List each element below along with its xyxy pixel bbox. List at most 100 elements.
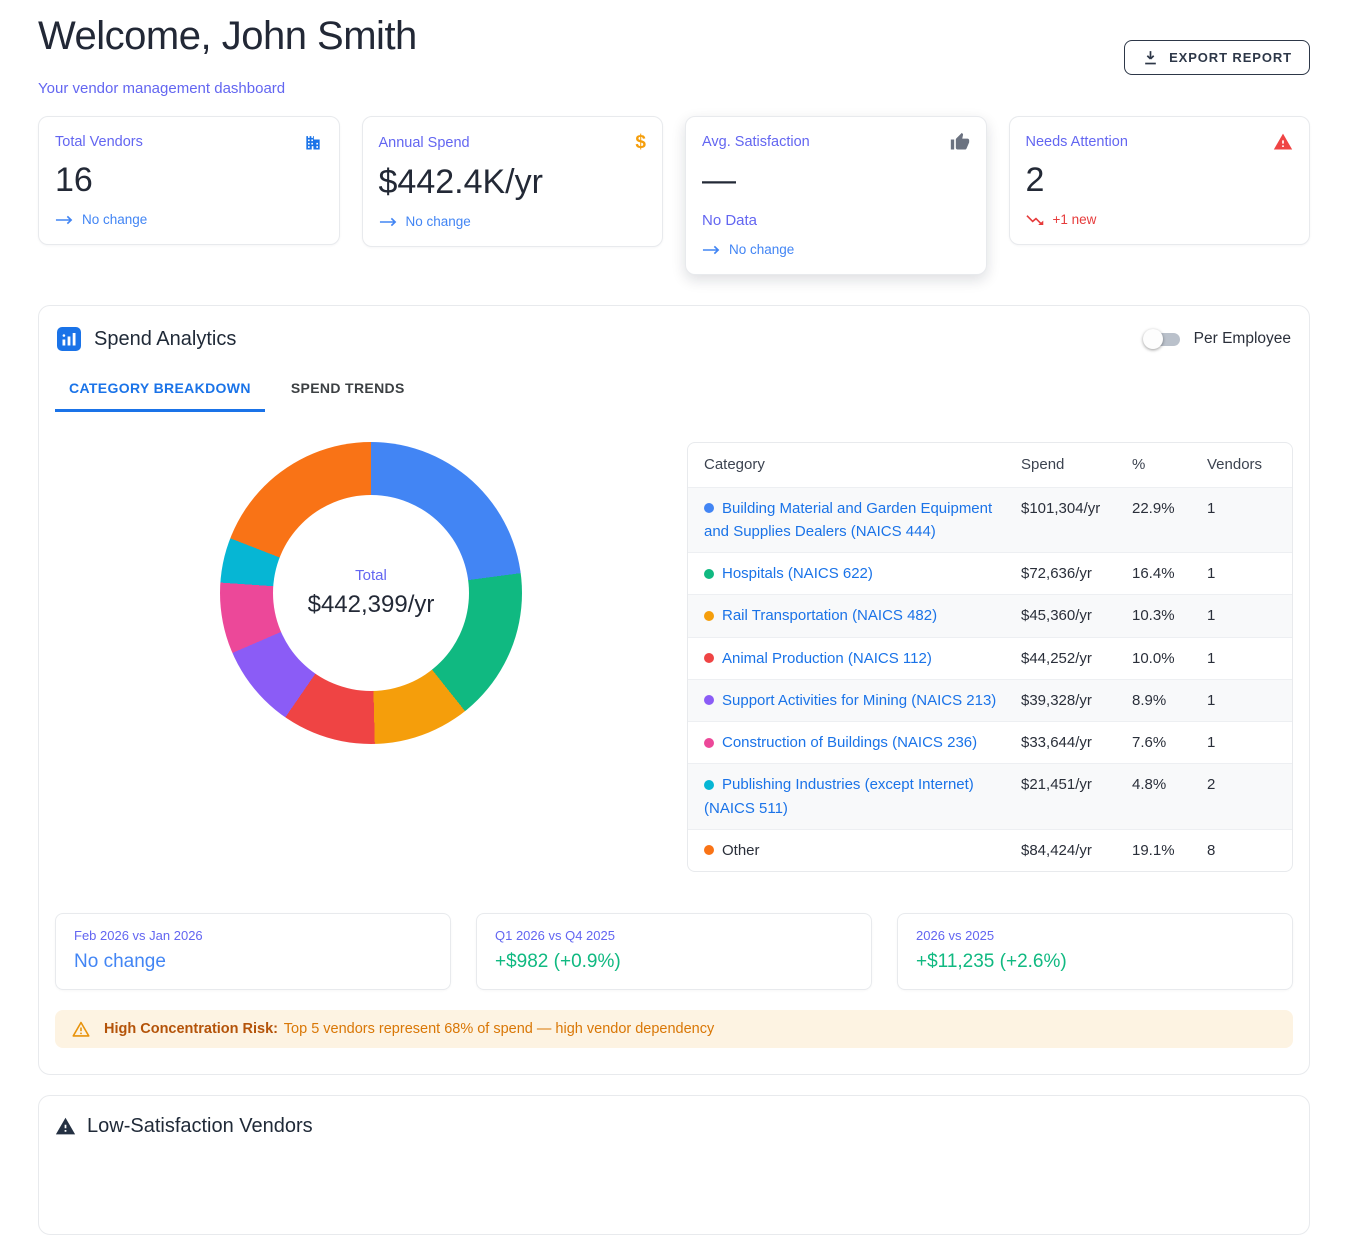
table-row: Animal Production (NAICS 112)$44,252/yr1… [688, 637, 1292, 679]
spend-cell: $21,451/yr [1021, 764, 1132, 829]
stat-change: +1 new [1026, 212, 1294, 227]
column-header-percent: % [1132, 443, 1207, 486]
column-header-vendors: Vendors [1207, 443, 1292, 486]
stat-value: $442.4K/yr [379, 164, 647, 201]
category-dot-icon [704, 611, 714, 621]
spend-analytics-tabs: CATEGORY BREAKDOWN SPEND TRENDS [55, 367, 1293, 412]
spend-donut-chart[interactable]: Total $442,399/yr [220, 442, 522, 744]
category-cell: Publishing Industries (except Internet) … [688, 764, 1021, 829]
stat-card-needs-attention: Needs Attention 2 +1 new [1009, 116, 1311, 245]
trend-down-icon [1026, 213, 1045, 227]
category-link[interactable]: Hospitals (NAICS 622) [722, 565, 873, 582]
category-link[interactable]: Building Material and Garden Equipment a… [704, 500, 992, 540]
building-icon [303, 132, 323, 152]
concentration-risk-banner: High Concentration Risk: Top 5 vendors r… [55, 1010, 1293, 1048]
stat-card-annual-spend: Annual Spend $ $442.4K/yr No change [362, 116, 664, 247]
category-dot-icon [704, 503, 714, 513]
toggle-knob [1143, 329, 1163, 349]
comparison-label: 2026 vs 2025 [916, 928, 1274, 943]
stat-label: Avg. Satisfaction [702, 134, 810, 150]
category-table: Category Spend % Vendors Building Materi… [687, 442, 1293, 872]
spend-cell: $84,424/yr [1021, 830, 1132, 871]
export-report-button[interactable]: EXPORT REPORT [1124, 40, 1310, 75]
spend-cell: $72,636/yr [1021, 553, 1132, 594]
download-icon [1142, 49, 1159, 66]
warning-icon [71, 1019, 91, 1039]
table-row: Support Activities for Mining (NAICS 213… [688, 679, 1292, 721]
vendors-cell: 1 [1207, 488, 1292, 553]
stat-label: Total Vendors [55, 134, 143, 150]
low-satisfaction-panel: Low-Satisfaction Vendors [38, 1095, 1310, 1235]
spend-analytics-title: Spend Analytics [57, 327, 236, 351]
table-row: Rail Transportation (NAICS 482)$45,360/y… [688, 594, 1292, 636]
comparison-label: Feb 2026 vs Jan 2026 [74, 928, 432, 943]
vendors-cell: 1 [1207, 638, 1292, 679]
comparison-card-month: Feb 2026 vs Jan 2026 No change [55, 913, 451, 990]
category-link[interactable]: Support Activities for Mining (NAICS 213… [722, 692, 996, 709]
per-employee-toggle[interactable] [1143, 329, 1181, 350]
category-cell: Rail Transportation (NAICS 482) [688, 595, 1021, 636]
stat-cards-row: Total Vendors 16 No change Annual Spend … [38, 116, 1310, 275]
percent-cell: 7.6% [1132, 722, 1207, 763]
spend-analytics-panel: Spend Analytics Per Employee CATEGORY BR… [38, 305, 1310, 1075]
tab-category-breakdown[interactable]: CATEGORY BREAKDOWN [55, 367, 265, 412]
bar-chart-icon [57, 327, 81, 351]
topbar: Welcome, John Smith Your vendor manageme… [38, 14, 1310, 97]
stat-card-total-vendors: Total Vendors 16 No change [38, 116, 340, 245]
category-cell: Construction of Buildings (NAICS 236) [688, 722, 1021, 763]
category-cell: Building Material and Garden Equipment a… [688, 488, 1021, 553]
stat-change: No change [55, 212, 323, 227]
alert-triangle-icon [1273, 132, 1293, 152]
trend-flat-icon [702, 244, 721, 256]
stat-value: 16 [55, 162, 323, 199]
table-row: Construction of Buildings (NAICS 236) $33… [688, 721, 1292, 763]
comparison-value: No change [74, 951, 432, 973]
table-row: Hospitals (NAICS 622)$72,636/yr16.4%1 [688, 552, 1292, 594]
trend-flat-icon [379, 216, 398, 228]
category-cell: Support Activities for Mining (NAICS 213… [688, 680, 1021, 721]
stat-value: — [702, 162, 970, 199]
category-dot-icon [704, 569, 714, 579]
vendors-cell: 1 [1207, 595, 1292, 636]
vendors-cell: 8 [1207, 830, 1292, 871]
stat-subvalue: No Data [702, 212, 970, 229]
category-breakdown-content: Total $442,399/yr Category Spend % Vendo… [55, 442, 1293, 872]
percent-cell: 10.3% [1132, 595, 1207, 636]
thumbs-up-icon [950, 132, 970, 152]
percent-cell: 22.9% [1132, 488, 1207, 553]
stat-change: No change [702, 242, 970, 257]
category-cell: Other [688, 830, 1021, 871]
spend-cell: $39,328/yr [1021, 680, 1132, 721]
donut-total-value: $442,399/yr [308, 591, 435, 619]
donut-zone: Total $442,399/yr [55, 442, 687, 872]
comparison-label: Q1 2026 vs Q4 2025 [495, 928, 853, 943]
dashboard-page: Welcome, John Smith Your vendor manageme… [0, 0, 1351, 1235]
percent-cell: 10.0% [1132, 638, 1207, 679]
per-employee-label: Per Employee [1194, 330, 1291, 348]
category-link[interactable]: Animal Production (NAICS 112) [722, 650, 932, 667]
percent-cell: 16.4% [1132, 553, 1207, 594]
spend-cell: $44,252/yr [1021, 638, 1132, 679]
vendors-cell: 1 [1207, 680, 1292, 721]
warning-text: High Concentration Risk: Top 5 vendors r… [104, 1021, 714, 1037]
percent-cell: 19.1% [1132, 830, 1207, 871]
category-link[interactable]: Publishing Industries (except Internet) … [704, 776, 974, 816]
tab-spend-trends[interactable]: SPEND TRENDS [277, 367, 419, 412]
spend-cell: $33,644/yr [1021, 722, 1132, 763]
spend-cell: $101,304/yr [1021, 488, 1132, 553]
table-row: Building Material and Garden Equipment a… [688, 487, 1292, 553]
category-label: Other [722, 842, 760, 859]
category-dot-icon [704, 780, 714, 790]
category-link[interactable]: Construction of Buildings (NAICS 236) [722, 734, 977, 751]
vendors-cell: 1 [1207, 722, 1292, 763]
header-text-block: Welcome, John Smith Your vendor manageme… [38, 14, 417, 97]
category-dot-icon [704, 738, 714, 748]
spend-analytics-header: Spend Analytics Per Employee [55, 322, 1293, 351]
comparison-card-year: 2026 vs 2025 +$11,235 (+2.6%) [897, 913, 1293, 990]
dollar-icon: $ [635, 132, 646, 154]
category-link[interactable]: Rail Transportation (NAICS 482) [722, 607, 937, 624]
page-subtitle: Your vendor management dashboard [38, 80, 417, 97]
stat-card-avg-satisfaction: Avg. Satisfaction — No Data No change [685, 116, 987, 275]
percent-cell: 4.8% [1132, 764, 1207, 829]
category-dot-icon [704, 653, 714, 663]
